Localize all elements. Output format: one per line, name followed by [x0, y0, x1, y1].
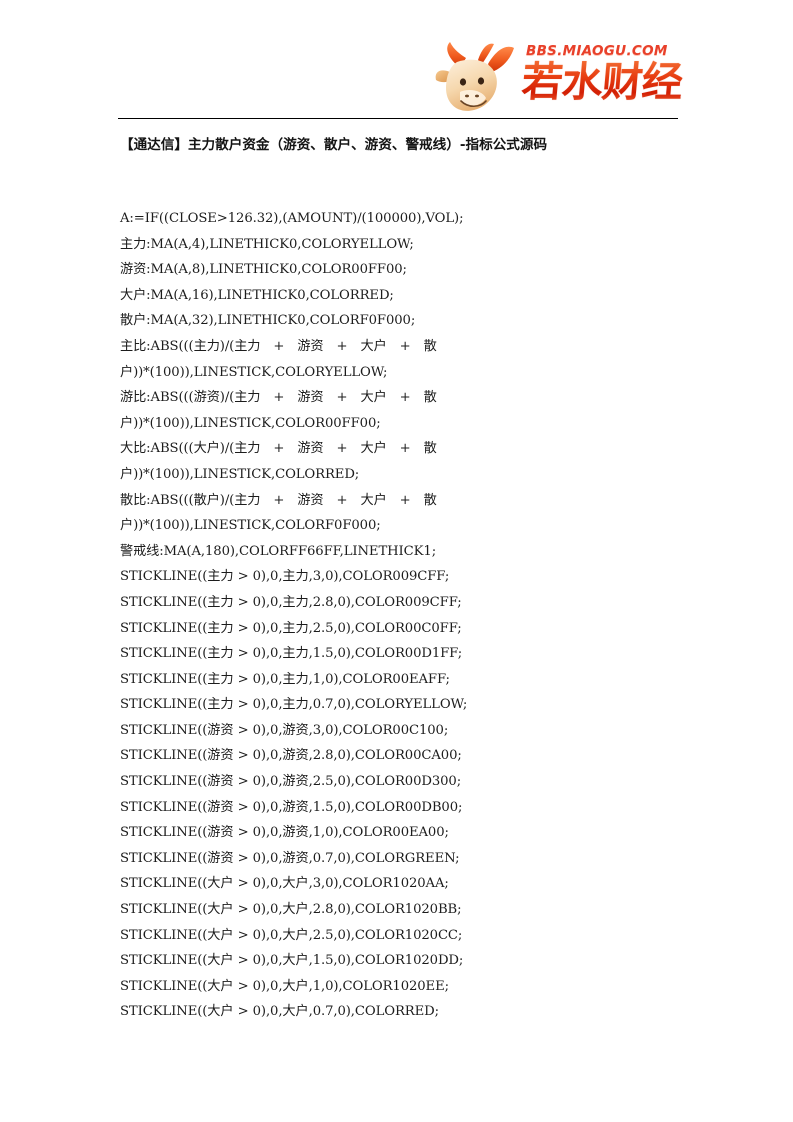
code-line: 大户:MA(A,16),LINETHICK0,COLORRED; [120, 287, 394, 303]
document-page: { "header": { "logo": { "mascot_icon": "… [0, 0, 793, 1122]
code-line: 散比:ABS(((散户)/(主力 + 游资 + 大户 + 散 [120, 492, 437, 508]
site-logo: BBS.MIAOGU.COM 若水财经 [430, 36, 684, 116]
code-line: STICKLINE((大户 > 0),0,大户,1.5,0),COLOR1020… [120, 953, 464, 969]
code-line: STICKLINE((游资 > 0),0,游资,0.7,0),COLORGREE… [120, 850, 460, 866]
code-line: STICKLINE((游资 > 0),0,游资,2.8,0),COLOR00CA… [120, 748, 462, 764]
code-line: 主比:ABS(((主力)/(主力 + 游资 + 大户 + 散 [120, 338, 437, 354]
header-divider [118, 118, 678, 119]
code-line: STICKLINE((主力 > 0),0,主力,1,0),COLOR00EAFF… [120, 671, 450, 687]
code-line: STICKLINE((游资 > 0),0,游资,3,0),COLOR00C100… [120, 722, 449, 738]
code-line: STICKLINE((大户 > 0),0,大户,3,0),COLOR1020AA… [120, 876, 449, 892]
code-line: STICKLINE((主力 > 0),0,主力,0.7,0),COLORYELL… [120, 697, 468, 713]
code-line: 游资:MA(A,8),LINETHICK0,COLOR00FF00; [120, 262, 407, 278]
code-line: 警戒线:MA(A,180),COLORFF66FF,LINETHICK1; [120, 543, 437, 559]
code-line: STICKLINE((游资 > 0),0,游资,2.5,0),COLOR00D3… [120, 774, 462, 790]
code-line: STICKLINE((主力 > 0),0,主力,1.5,0),COLOR00D1… [120, 646, 463, 662]
page-title: 【通达信】主力散户资金（游资、散户、游资、警戒线）-指标公式源码 [120, 137, 548, 153]
code-line: 主力:MA(A,4),LINETHICK0,COLORYELLOW; [120, 236, 414, 252]
code-line: 大比:ABS(((大户)/(主力 + 游资 + 大户 + 散 [120, 441, 437, 457]
bull-mascot-icon [435, 42, 514, 111]
code-line: STICKLINE((主力 > 0),0,主力,3,0),COLOR009CFF… [120, 569, 450, 585]
code-line: STICKLINE((游资 > 0),0,游资,1,0),COLOR00EA00… [120, 825, 449, 841]
code-line: 户))*(100)),LINESTICK,COLORYELLOW; [120, 364, 388, 380]
code-line: STICKLINE((大户 > 0),0,大户,0.7,0),COLORRED; [120, 1004, 439, 1020]
code-line: 散户:MA(A,32),LINETHICK0,COLORF0F000; [120, 313, 416, 329]
logo-text-block: BBS.MIAOGU.COM 若水财经 [520, 38, 684, 114]
code-line: 户))*(100)),LINESTICK,COLORRED; [120, 466, 360, 482]
code-line: STICKLINE((主力 > 0),0,主力,2.5,0),COLOR00C0… [120, 620, 462, 636]
page-header: BBS.MIAOGU.COM 若水财经 [118, 36, 684, 118]
code-line: STICKLINE((大户 > 0),0,大户,1,0),COLOR1020EE… [120, 978, 449, 994]
code-line: STICKLINE((主力 > 0),0,主力,2.8,0),COLOR009C… [120, 594, 462, 610]
code-line: A:=IF((CLOSE>126.32),(AMOUNT)/(100000),V… [120, 211, 464, 226]
logo-brand-name: 若水财经 [519, 58, 685, 106]
code-line: 游比:ABS(((游资)/(主力 + 游资 + 大户 + 散 [120, 390, 437, 406]
code-line: STICKLINE((大户 > 0),0,大户,2.8,0),COLOR1020… [120, 902, 462, 918]
logo-bbs-url: BBS.MIAOGU.COM [526, 43, 668, 59]
code-line: STICKLINE((游资 > 0),0,游资,1.5,0),COLOR00DB… [120, 799, 463, 815]
code-line: STICKLINE((大户 > 0),0,大户,2.5,0),COLOR1020… [120, 927, 463, 943]
code-block: A:=IF((CLOSE>126.32),(AMOUNT)/(100000),V… [120, 206, 520, 1025]
code-line: 户))*(100)),LINESTICK,COLORF0F000; [120, 518, 381, 534]
code-line: 户))*(100)),LINESTICK,COLOR00FF00; [120, 415, 381, 431]
